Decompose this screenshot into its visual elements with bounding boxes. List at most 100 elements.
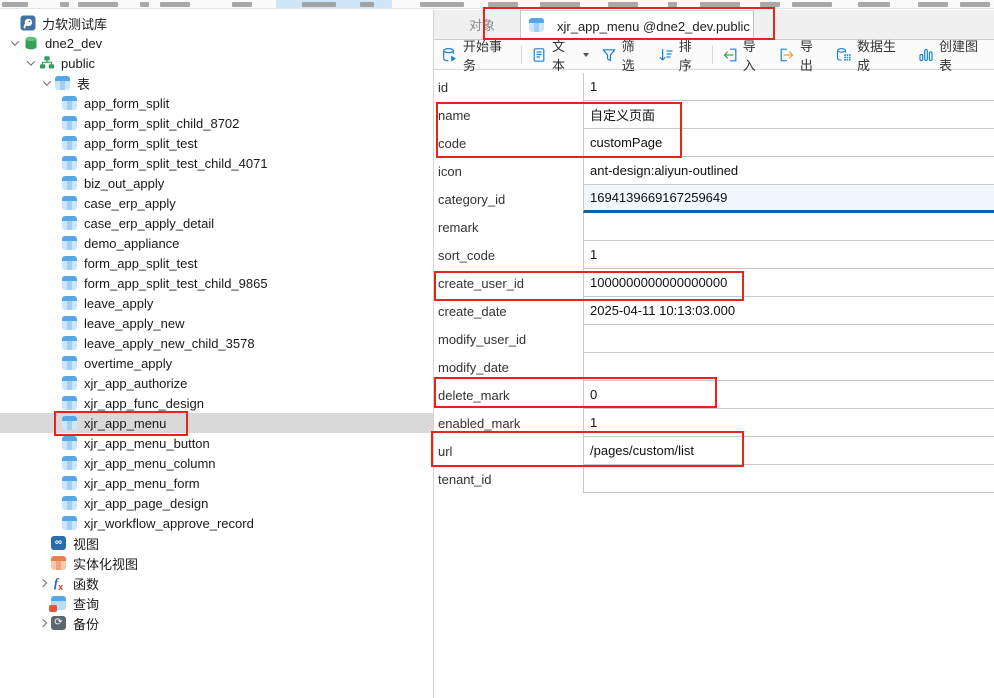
- field-label-sort_code: sort_code: [434, 241, 583, 269]
- field-value-url[interactable]: /pages/custom/list: [583, 437, 994, 465]
- toolbar-fragment: [302, 2, 336, 7]
- tree-item-leave_apply_new_child_3578[interactable]: leave_apply_new_child_3578: [0, 333, 433, 353]
- tree-item-app_form_split_test[interactable]: app_form_split_test: [0, 133, 433, 153]
- filter-label: 筛选: [622, 36, 646, 74]
- field-value-sort_code[interactable]: 1: [583, 241, 994, 269]
- tree-item-label: overtime_apply: [84, 356, 172, 371]
- field-value-name[interactable]: 自定义页面: [583, 101, 994, 129]
- queries-icon: [51, 596, 66, 610]
- field-value-modify_date[interactable]: [583, 353, 994, 381]
- toolbar-fragment: [140, 2, 149, 7]
- toolbar-fragment: [918, 2, 948, 7]
- tree-item-xjr_app_menu_button[interactable]: xjr_app_menu_button: [0, 433, 433, 453]
- tree-item-label: xjr_app_menu_column: [84, 456, 216, 471]
- field-value-delete_mark[interactable]: 0: [583, 381, 994, 409]
- import-label: 导入: [743, 36, 767, 74]
- begin-transaction-label: 开始事务: [463, 36, 512, 74]
- tree-item-label: xjr_workflow_approve_record: [84, 516, 254, 531]
- tree-item-materialized-views[interactable]: 实体化视图: [0, 553, 433, 573]
- tree-item-case_erp_apply[interactable]: case_erp_apply: [0, 193, 433, 213]
- field-label-modify_user_id: modify_user_id: [434, 325, 583, 353]
- tree-item-overtime_apply[interactable]: overtime_apply: [0, 353, 433, 373]
- import-button[interactable]: 导入: [716, 42, 773, 68]
- export-icon: [779, 47, 795, 63]
- data-generation-icon: [836, 47, 852, 63]
- field-value-enabled_mark[interactable]: 1: [583, 409, 994, 437]
- tree-item-case_erp_apply_detail[interactable]: case_erp_apply_detail: [0, 213, 433, 233]
- tree-item-queries[interactable]: 查询: [0, 593, 433, 613]
- field-value-remark[interactable]: [583, 213, 994, 241]
- field-label-remark: remark: [434, 213, 583, 241]
- chevron-down-icon[interactable]: [22, 60, 39, 66]
- tree-item-label: 实体化视图: [73, 554, 138, 573]
- tree-item-views[interactable]: ∞视图: [0, 533, 433, 553]
- tree-item-backups[interactable]: ⟳备份: [0, 613, 433, 633]
- tree-item-label: 视图: [73, 534, 99, 553]
- tree-item-label: form_app_split_test_child_9865: [84, 276, 268, 291]
- export-button[interactable]: 导出: [773, 42, 830, 68]
- field-label-modify_date: modify_date: [434, 353, 583, 381]
- tree-item-xjr_app_page_design[interactable]: xjr_app_page_design: [0, 493, 433, 513]
- field-value-id[interactable]: 1: [583, 73, 994, 101]
- database-label: dne2_dev: [45, 36, 102, 51]
- begin-transaction-button[interactable]: 开始事务: [436, 42, 518, 68]
- table-icon: [62, 96, 77, 110]
- create-chart-button[interactable]: 创建图表: [912, 42, 994, 68]
- tree-item-xjr_app_menu_column[interactable]: xjr_app_menu_column: [0, 453, 433, 473]
- field-row-remark: remark: [434, 213, 994, 241]
- tree-item-form_app_split_test[interactable]: form_app_split_test: [0, 253, 433, 273]
- tree-item-label: biz_out_apply: [84, 176, 164, 191]
- sort-button[interactable]: 排序: [652, 42, 709, 68]
- tree-item-xjr_app_authorize[interactable]: xjr_app_authorize: [0, 373, 433, 393]
- chevron-right-glyph: [38, 619, 46, 627]
- field-row-enabled_mark: enabled_mark1: [434, 409, 994, 437]
- text-view-button[interactable]: 文本: [525, 42, 595, 68]
- tab-active-label: xjr_app_menu @dne2_dev.public (力...: [557, 16, 754, 35]
- tree-item-form_app_split_test_child_9865[interactable]: form_app_split_test_child_9865: [0, 273, 433, 293]
- tree-item-label: xjr_app_menu: [84, 416, 166, 431]
- sort-icon: [658, 47, 674, 63]
- tree-item-app_form_split_child_8702[interactable]: app_form_split_child_8702: [0, 113, 433, 133]
- tree-item-label: leave_apply_new_child_3578: [84, 336, 255, 351]
- chevron-right-icon[interactable]: [34, 580, 51, 586]
- tree-item-tables-folder[interactable]: 表: [0, 73, 433, 93]
- field-value-create_date[interactable]: 2025-04-11 10:13:03.000: [583, 297, 994, 325]
- tree-item-xjr_app_func_design[interactable]: xjr_app_func_design: [0, 393, 433, 413]
- field-label-id: id: [434, 73, 583, 101]
- field-value-code[interactable]: customPage: [583, 129, 994, 157]
- tree-item-xjr_workflow_approve_record[interactable]: xjr_workflow_approve_record: [0, 513, 433, 533]
- tree-item-connection[interactable]: 力软测试库: [0, 13, 433, 33]
- connection-tree: 力软测试库 dne2_dev public 表 app_form_splitap…: [0, 10, 433, 633]
- tree-item-xjr_app_menu[interactable]: xjr_app_menu: [0, 413, 433, 433]
- database-sidebar: 力软测试库 dne2_dev public 表 app_form_splitap…: [0, 10, 434, 698]
- tree-item-label: app_form_split: [84, 96, 169, 111]
- field-row-modify_user_id: modify_user_id: [434, 325, 994, 353]
- postgres-icon: [20, 15, 36, 31]
- tree-item-label: case_erp_apply_detail: [84, 216, 214, 231]
- data-generation-button[interactable]: 数据生成: [830, 42, 912, 68]
- tree-item-functions[interactable]: fx函数: [0, 573, 433, 593]
- chevron-down-icon[interactable]: [6, 40, 23, 46]
- tree-item-label: xjr_app_func_design: [84, 396, 204, 411]
- filter-button[interactable]: 筛选: [595, 42, 652, 68]
- top-toolbar-strip: [0, 0, 994, 9]
- tree-item-app_form_split[interactable]: app_form_split: [0, 93, 433, 113]
- chevron-down-icon[interactable]: [38, 80, 55, 86]
- chevron-right-icon[interactable]: [34, 620, 51, 626]
- tree-item-leave_apply_new[interactable]: leave_apply_new: [0, 313, 433, 333]
- field-value-modify_user_id[interactable]: [583, 325, 994, 353]
- chevron-down-icon: [583, 53, 589, 57]
- tree-item-biz_out_apply[interactable]: biz_out_apply: [0, 173, 433, 193]
- field-label-enabled_mark: enabled_mark: [434, 409, 583, 437]
- tables-folder-icon: [55, 76, 70, 90]
- tree-item-xjr_app_menu_form[interactable]: xjr_app_menu_form: [0, 473, 433, 493]
- tree-item-demo_appliance[interactable]: demo_appliance: [0, 233, 433, 253]
- tree-item-database[interactable]: dne2_dev: [0, 33, 433, 53]
- tree-item-app_form_split_test_child_4071[interactable]: app_form_split_test_child_4071: [0, 153, 433, 173]
- field-value-create_user_id[interactable]: 1000000000000000000: [583, 269, 994, 297]
- field-value-icon[interactable]: ant-design:aliyun-outlined: [583, 157, 994, 185]
- field-value-tenant_id[interactable]: [583, 465, 994, 493]
- tree-item-leave_apply[interactable]: leave_apply: [0, 293, 433, 313]
- tree-item-schema[interactable]: public: [0, 53, 433, 73]
- field-value-category_id[interactable]: 1694139669167259649: [583, 185, 994, 213]
